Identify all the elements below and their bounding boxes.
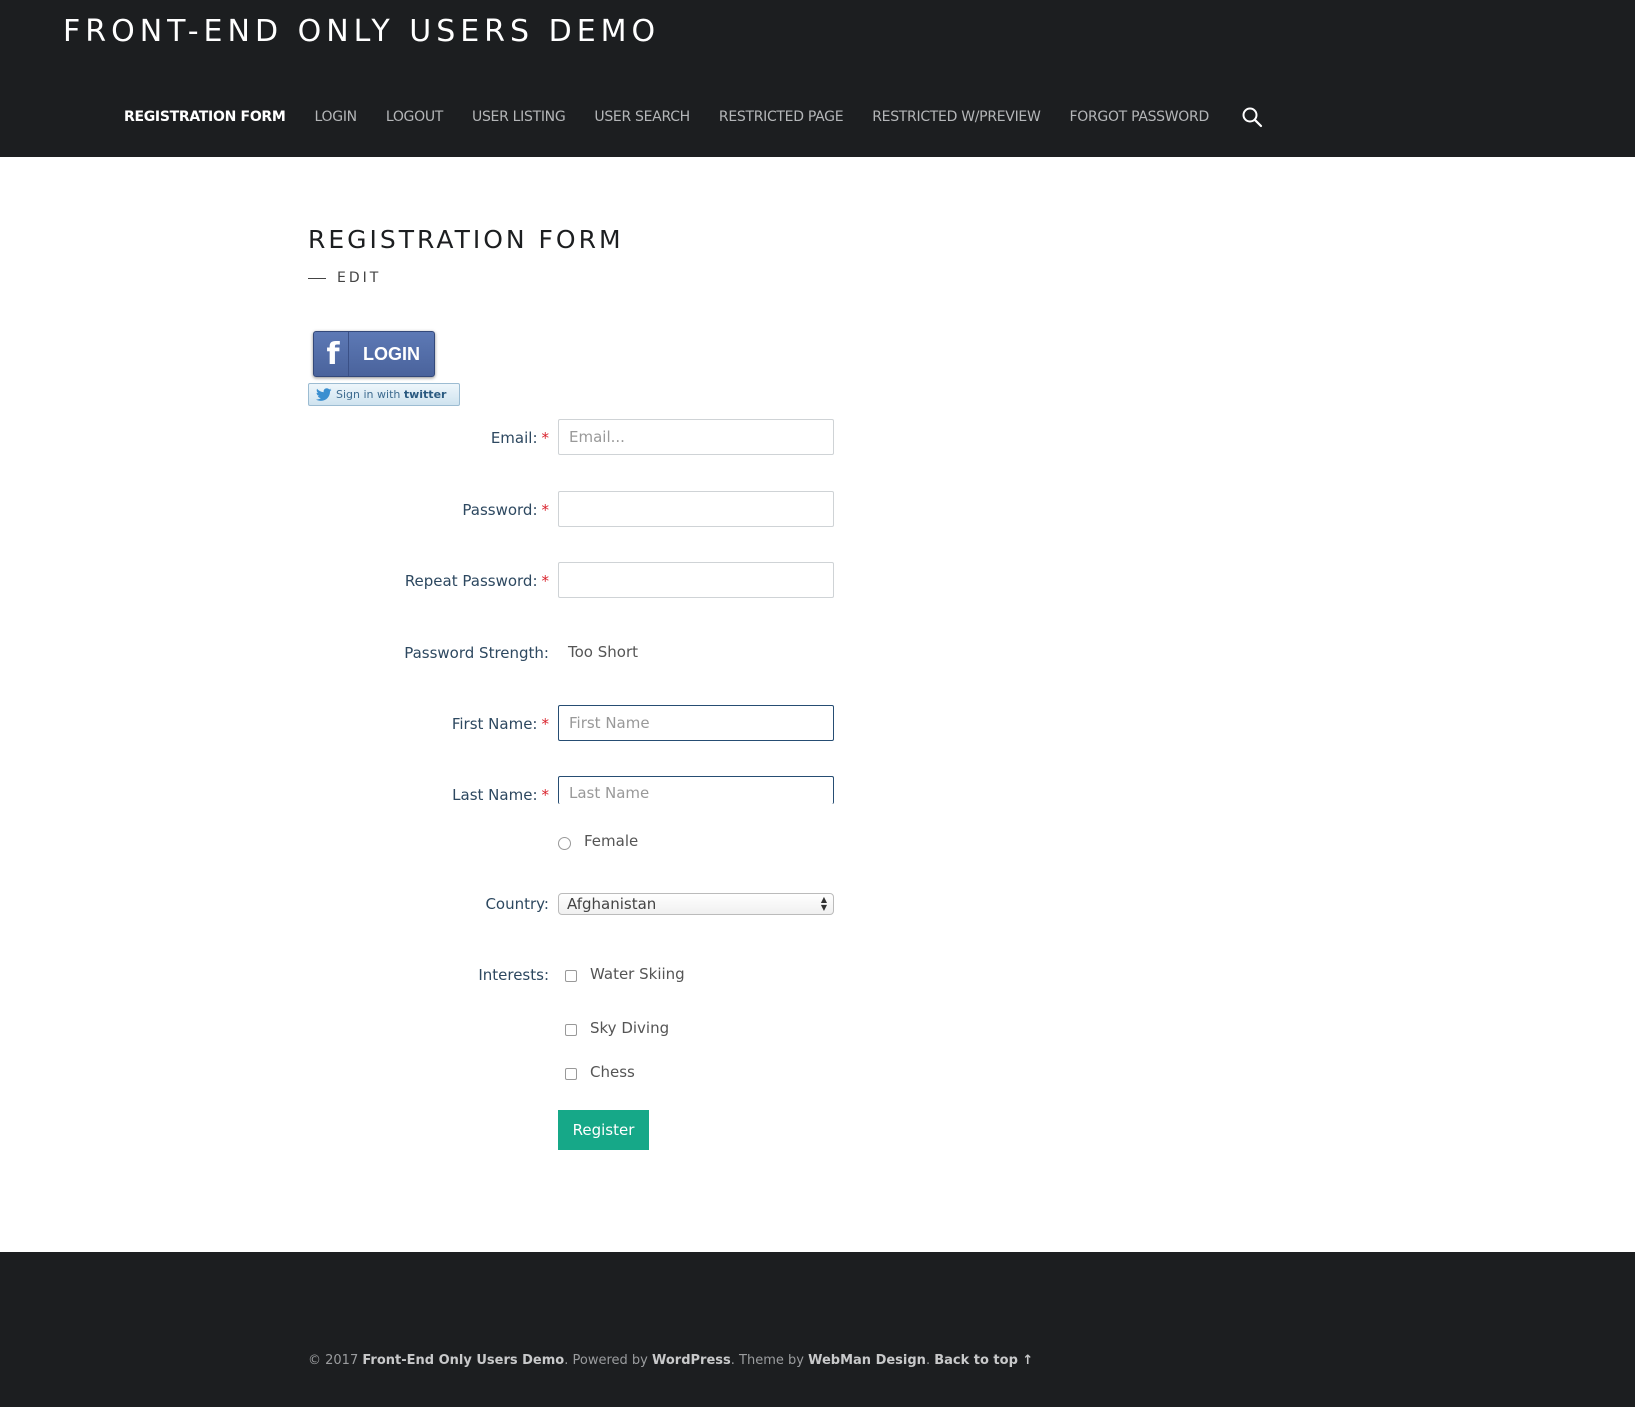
twitter-signin-button[interactable]: Sign in with twitter: [308, 383, 460, 406]
footer-copyright: © 2017: [308, 1353, 359, 1368]
footer-theme-by: . Theme by: [730, 1353, 804, 1368]
password-strength-label: Password Strength:: [404, 644, 549, 662]
female-radio-label: Female: [584, 832, 639, 850]
password-field[interactable]: [558, 491, 834, 527]
last-name-field[interactable]: Last Name: [558, 776, 834, 804]
first-name-field[interactable]: First Name: [558, 705, 834, 741]
interest-checkbox-water-skiing[interactable]: [565, 970, 577, 982]
interests-label: Interests:: [478, 966, 549, 984]
email-label: Email: *: [491, 429, 549, 447]
country-selected-value: Afghanistan: [567, 895, 657, 913]
country-label: Country:: [485, 895, 549, 913]
email-placeholder: Email...: [569, 428, 625, 446]
interest-checkbox-chess[interactable]: [565, 1068, 577, 1080]
facebook-f-icon: f: [318, 332, 349, 376]
nav-item-logout[interactable]: LOGOUT: [386, 109, 443, 125]
required-mark: *: [541, 715, 550, 733]
repeat-password-field[interactable]: [558, 562, 834, 598]
first-name-label-text: First Name:: [451, 715, 538, 733]
email-label-text: Email:: [490, 429, 538, 447]
last-name-placeholder: Last Name: [569, 784, 650, 802]
main-nav: REGISTRATION FORM LOGIN LOGOUT USER LIST…: [124, 104, 1263, 130]
edit-link[interactable]: EDIT: [337, 270, 381, 286]
search-icon[interactable]: [1241, 106, 1263, 128]
nav-item-user-listing[interactable]: USER LISTING: [472, 109, 566, 125]
twitter-bird-icon: [316, 387, 332, 401]
footer-wordpress-link[interactable]: WordPress: [652, 1353, 731, 1368]
twitter-signin-label: Sign in with twitter: [336, 388, 446, 401]
facebook-login-button[interactable]: f LOGIN: [313, 331, 435, 377]
first-name-placeholder: First Name: [569, 714, 650, 732]
footer-theme-link[interactable]: WebMan Design: [808, 1353, 926, 1368]
interest-label-sky-diving: Sky Diving: [590, 1019, 670, 1037]
last-name-label-text: Last Name:: [452, 786, 538, 804]
edit-link-row: EDIT: [308, 270, 381, 286]
password-label: Password: *: [462, 501, 549, 519]
last-name-label: Last Name: *: [452, 786, 549, 804]
footer-powered-by: . Powered by: [564, 1353, 648, 1368]
facebook-login-label: LOGIN: [363, 343, 420, 364]
site-footer: [0, 1252, 1635, 1407]
footer-site-link[interactable]: Front-End Only Users Demo: [362, 1353, 564, 1368]
required-mark: *: [541, 501, 550, 519]
required-mark: *: [541, 429, 550, 447]
repeat-password-label: Repeat Password: *: [405, 572, 549, 590]
nav-item-restricted-page[interactable]: RESTRICTED PAGE: [719, 109, 844, 125]
nav-item-forgot-password[interactable]: FORGOT PASSWORD: [1070, 109, 1210, 125]
twitter-brand: twitter: [403, 388, 447, 401]
select-arrows-icon: ▲ ▼: [820, 895, 827, 912]
register-button[interactable]: Register: [558, 1110, 649, 1150]
dash-divider: [308, 277, 326, 279]
footer-credits: © 2017 Front-End Only Users Demo. Powere…: [308, 1353, 1034, 1368]
interest-checkbox-sky-diving[interactable]: [565, 1024, 577, 1036]
female-radio[interactable]: [558, 837, 571, 850]
site-title[interactable]: FRONT-END ONLY USERS DEMO: [63, 14, 660, 49]
twitter-prefix: Sign in with: [336, 388, 401, 401]
page-title: REGISTRATION FORM: [308, 225, 624, 254]
nav-item-login[interactable]: LOGIN: [315, 109, 358, 125]
country-select[interactable]: Afghanistan ▲ ▼: [558, 893, 834, 915]
required-mark: *: [541, 786, 550, 804]
nav-item-user-search[interactable]: USER SEARCH: [594, 109, 690, 125]
first-name-label: First Name: *: [452, 715, 549, 733]
required-mark: *: [541, 572, 550, 590]
nav-item-restricted-preview[interactable]: RESTRICTED W/PREVIEW: [872, 109, 1041, 125]
site-header: FRONT-END ONLY USERS DEMO REGISTRATION F…: [0, 0, 1635, 157]
interest-label-water-skiing: Water Skiing: [590, 965, 685, 983]
nav-item-registration-form[interactable]: REGISTRATION FORM: [124, 109, 286, 125]
email-field[interactable]: Email...: [558, 419, 834, 455]
password-label-text: Password:: [462, 501, 538, 519]
repeat-password-label-text: Repeat Password:: [404, 572, 538, 590]
interest-label-chess: Chess: [590, 1063, 635, 1081]
back-to-top-link[interactable]: Back to top ↑: [934, 1353, 1033, 1368]
password-strength-value: Too Short: [568, 643, 638, 661]
